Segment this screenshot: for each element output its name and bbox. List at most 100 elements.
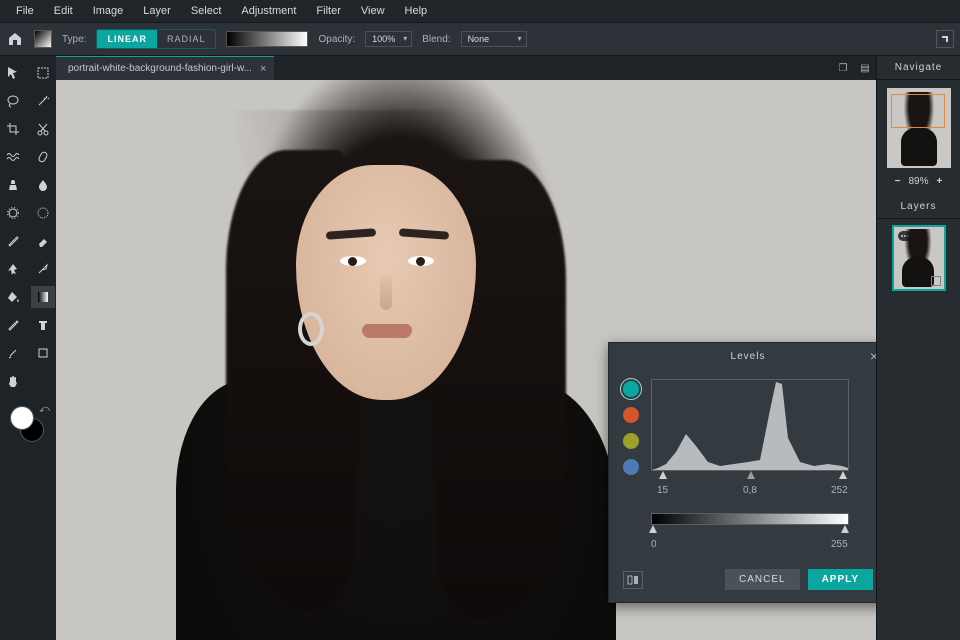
layers-header: Layers	[877, 195, 960, 219]
histogram	[651, 379, 849, 471]
levels-title: Levels ×	[609, 343, 876, 369]
layer-mini-image	[902, 257, 934, 287]
menu-layer[interactable]: Layer	[133, 2, 181, 20]
channel-blue[interactable]	[623, 459, 639, 475]
portrait-nose	[380, 276, 392, 310]
smudge-tool[interactable]	[1, 258, 25, 280]
liquify-tool[interactable]	[1, 146, 25, 168]
arrow-tool[interactable]	[1, 62, 25, 84]
dodge-tool[interactable]	[1, 202, 25, 224]
blend-label: Blend:	[422, 34, 450, 45]
portrait-earring	[298, 312, 324, 346]
crop-tool[interactable]	[1, 118, 25, 140]
close-tab-icon[interactable]: ×	[260, 63, 266, 75]
canvas[interactable]: Levels ×	[56, 80, 876, 640]
output-black-value: 0	[651, 539, 657, 550]
gradient-swatch-icon[interactable]	[34, 30, 52, 48]
document-area: portrait-white-background-fashion-girl-w…	[56, 56, 876, 640]
output-white-value: 255	[831, 539, 848, 550]
input-white-value: 252	[831, 485, 848, 496]
channel-selector	[623, 379, 639, 553]
gradient-type-toggle: LINEAR RADIAL	[96, 29, 216, 49]
menu-help[interactable]: Help	[395, 2, 438, 20]
expand-panel-icon[interactable]	[936, 30, 954, 48]
pen-tool[interactable]	[31, 258, 55, 280]
input-white-slider[interactable]	[839, 471, 847, 479]
channel-red[interactable]	[623, 407, 639, 423]
menu-file[interactable]: File	[6, 2, 44, 20]
toolbox: ⤺	[0, 56, 56, 640]
output-gradient	[651, 513, 849, 525]
menu-adjustment[interactable]: Adjustment	[231, 2, 306, 20]
menu-select[interactable]: Select	[181, 2, 232, 20]
apply-button[interactable]: APPLY	[808, 569, 873, 590]
channel-composite[interactable]	[623, 381, 639, 397]
portrait-eye	[340, 256, 366, 266]
menu-bar: File Edit Image Layer Select Adjustment …	[0, 0, 960, 22]
input-black-value: 15	[657, 485, 668, 496]
zoom-value: 89%	[908, 176, 928, 187]
clone-tool[interactable]	[1, 174, 25, 196]
fill-tool[interactable]	[1, 286, 25, 308]
zoom-out-button[interactable]: −	[895, 176, 901, 187]
document-tabs: portrait-white-background-fashion-girl-w…	[56, 56, 876, 80]
right-panel: Navigate − 89% + Layers	[876, 56, 960, 640]
input-mid-value: 0,8	[743, 485, 757, 496]
hand-tool[interactable]	[1, 370, 25, 392]
menu-image[interactable]: Image	[83, 2, 134, 20]
input-black-slider[interactable]	[659, 471, 667, 479]
close-dialog-icon[interactable]: ×	[870, 348, 876, 364]
opacity-dropdown[interactable]: 100%	[365, 31, 412, 47]
marker-tool[interactable]	[1, 342, 25, 364]
cancel-button[interactable]: CANCEL	[725, 569, 800, 590]
input-sliders[interactable]	[651, 471, 849, 485]
blend-dropdown[interactable]: None	[461, 31, 527, 47]
document-tab-label: portrait-white-background-fashion-girl-w…	[68, 63, 252, 74]
home-icon[interactable]	[6, 30, 24, 48]
healing-tool[interactable]	[31, 146, 55, 168]
foreground-color[interactable]	[10, 406, 34, 430]
cut-tool[interactable]	[31, 118, 55, 140]
navigator-thumbnail[interactable]	[887, 88, 951, 168]
swap-colors-icon[interactable]: ⤺	[39, 404, 50, 415]
text-tool[interactable]	[31, 314, 55, 336]
menu-view[interactable]: View	[351, 2, 395, 20]
eraser-tool[interactable]	[31, 230, 55, 252]
menu-filter[interactable]: Filter	[306, 2, 350, 20]
sponge-tool[interactable]	[31, 202, 55, 224]
levels-dialog: Levels ×	[608, 342, 876, 603]
eyedrop-tool[interactable]	[1, 314, 25, 336]
wand-tool[interactable]	[31, 90, 55, 112]
output-black-slider[interactable]	[649, 525, 657, 533]
zoom-controls: − 89% +	[877, 172, 960, 195]
nav-mini-image	[901, 128, 937, 166]
document-tab[interactable]: portrait-white-background-fashion-girl-w…	[56, 56, 274, 80]
color-swatches[interactable]: ⤺	[8, 406, 48, 446]
lasso-tool[interactable]	[1, 90, 25, 112]
output-white-slider[interactable]	[841, 525, 849, 533]
compare-icon[interactable]	[623, 571, 643, 589]
window-presets-icon[interactable]: ▤	[854, 63, 876, 74]
linear-button[interactable]: LINEAR	[97, 30, 157, 48]
input-mid-slider[interactable]	[747, 471, 755, 479]
portrait-eye	[408, 256, 434, 266]
layer-thumbnail[interactable]	[894, 227, 944, 289]
brush-tool[interactable]	[1, 230, 25, 252]
radial-button[interactable]: RADIAL	[157, 30, 216, 48]
shape-tool[interactable]	[31, 342, 55, 364]
gradient-tool[interactable]	[31, 286, 55, 308]
gradient-preview[interactable]	[226, 31, 308, 47]
arrange-windows-icon[interactable]: ❐	[832, 63, 854, 74]
input-values: 15 0,8 252	[651, 485, 849, 499]
type-label: Type:	[62, 34, 86, 45]
navigator-viewport[interactable]	[891, 94, 945, 128]
menu-edit[interactable]: Edit	[44, 2, 83, 20]
marquee-tool[interactable]	[31, 62, 55, 84]
options-bar: Type: LINEAR RADIAL Opacity: 100% Blend:…	[0, 22, 960, 56]
zoom-in-button[interactable]: +	[937, 176, 943, 187]
channel-green[interactable]	[623, 433, 639, 449]
levels-title-label: Levels	[731, 351, 766, 362]
output-sliders[interactable]	[651, 525, 849, 539]
blur-tool[interactable]	[31, 174, 55, 196]
navigate-header: Navigate	[877, 56, 960, 80]
